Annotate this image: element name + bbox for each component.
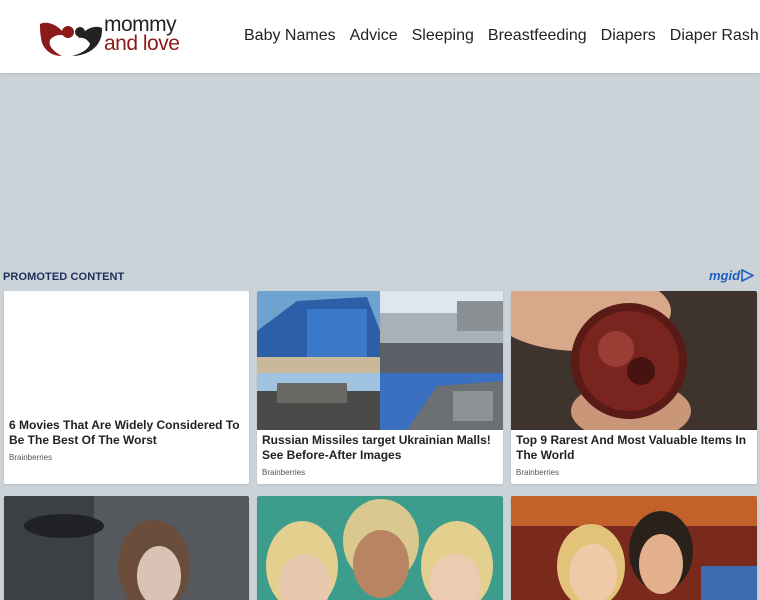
nav-breastfeeding[interactable]: Breastfeeding xyxy=(488,27,587,45)
card-image-malls[interactable] xyxy=(257,291,503,430)
promo-card-4[interactable] xyxy=(4,496,249,600)
nav-diaper-rash[interactable]: Diaper Rash xyxy=(670,27,759,45)
site-logo[interactable]: mommy and love xyxy=(38,14,190,58)
card-source: Brainberries xyxy=(9,453,53,462)
card-image-gemstone[interactable] xyxy=(511,291,757,430)
nav-diapers[interactable]: Diapers xyxy=(601,27,656,45)
logo-wordmark: mommy and love xyxy=(104,14,180,55)
card-title[interactable]: Top 9 Rarest And Most Valuable Items In … xyxy=(516,433,751,463)
nav-baby-names[interactable]: Baby Names xyxy=(244,27,336,45)
promo-card-1[interactable]: 6 Movies That Are Widely Considered To B… xyxy=(4,291,249,484)
nav-advice[interactable]: Advice xyxy=(350,27,398,45)
card-title[interactable]: Russian Missiles target Ukrainian Malls!… xyxy=(262,433,497,463)
card-source: Brainberries xyxy=(516,468,560,477)
promo-card-6[interactable] xyxy=(511,496,757,600)
card-image-actress[interactable] xyxy=(4,496,249,600)
logo-line-2: and love xyxy=(104,32,180,55)
logo-wings-icon xyxy=(40,22,102,56)
promoted-content-heading: PROMOTED CONTENT xyxy=(3,271,125,283)
nav-sleeping[interactable]: Sleeping xyxy=(412,27,474,45)
promo-card-5[interactable] xyxy=(257,496,503,600)
card-source: Brainberries xyxy=(262,468,306,477)
promo-card-2[interactable]: Russian Missiles target Ukrainian Malls!… xyxy=(257,291,503,484)
site-header: mommy and love Baby Names Advice Sleepin… xyxy=(0,0,760,73)
promo-card-3[interactable]: Top 9 Rarest And Most Valuable Items In … xyxy=(511,291,757,484)
card-title[interactable]: 6 Movies That Are Widely Considered To B… xyxy=(9,418,243,448)
card-image-group-people[interactable] xyxy=(257,496,503,600)
mgid-play-icon[interactable] xyxy=(741,269,754,282)
mgid-logo[interactable]: mgid xyxy=(709,268,740,283)
card-image-blank[interactable] xyxy=(4,291,249,415)
card-image-couple[interactable] xyxy=(511,496,757,600)
main-nav: Baby Names Advice Sleeping Breastfeeding… xyxy=(244,27,759,45)
